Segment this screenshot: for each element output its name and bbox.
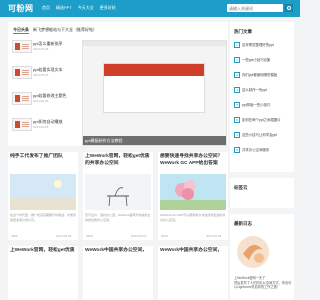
card-date: 2024-06-18 [56, 234, 72, 238]
list-item-date: 2024-06-18 [33, 99, 49, 103]
nav-link-daily[interactable]: 今天大全 [78, 5, 94, 11]
article-card[interactable]: 想要快速寻找共享办公空间？WeWork GC APP给出答案 WeWork GC… [158, 152, 228, 240]
article-card[interactable]: WeWork中国共享办公空间， [83, 246, 153, 300]
card-views: 4389 [11, 234, 18, 238]
list-thumb[interactable] [12, 92, 32, 105]
article-card[interactable]: WeWork中国共享办公空间， [158, 246, 228, 300]
tab-headlines[interactable]: 今日头条 [13, 27, 29, 34]
nav-links: 首页 精选PPT 今天大全 更多好帖 [42, 5, 116, 11]
site-logo[interactable]: 可粉网 [8, 3, 34, 14]
sidebar-latest-title: 最新日志 [234, 221, 252, 226]
card-desc: 足不出户，选好办公室。WeWork官网为你提供全球的优质办公空间。 [85, 213, 151, 222]
slide-header [104, 64, 204, 76]
sidebar-item-label[interactable]: 如何在两个ppt之间插图片 [242, 118, 281, 122]
latest-line-2[interactable]: 然后发布了人们的办公空间方式，你也可以Lightroom开启你的工作之旅！ [234, 281, 292, 290]
sidebar-item[interactable]: 1 这年帮您整理好的ppt [234, 42, 274, 48]
sidebar-item-label[interactable]: 这么制作一份ppt [242, 88, 267, 92]
featured-image[interactable]: ppt模板制作方法教程 [82, 40, 227, 146]
nav-link-home[interactable]: 首页 [42, 5, 50, 11]
top-nav: 可粉网 首页 精选PPT 今天大全 更多好帖 [0, 0, 300, 17]
card-desc: WeWork GC APP可以帮助用户快速找到合适的共享办公空间。 [160, 213, 226, 222]
card-title[interactable]: WeWork中国共享办公空间， [85, 248, 151, 255]
card-date: 2024-06-18 [131, 234, 147, 238]
article-card[interactable]: 上WeWork官网，轻松get优质的共享办公空间 足不出户，选好办公室。WeWo… [83, 152, 153, 240]
list-item-date: 2024-06-18 [33, 47, 49, 51]
sidebar-item-label[interactable]: 你们ppt都使用哪些模板 [242, 73, 277, 77]
featured-toolbar [83, 41, 226, 46]
rank-badge: 7 [234, 132, 240, 138]
list-item-date: 2024-06-18 [33, 125, 49, 129]
list-thumb[interactable] [12, 40, 32, 53]
rank-badge: 3 [234, 72, 240, 78]
card-views: 6908 [161, 234, 168, 238]
card-image[interactable] [160, 174, 226, 210]
sidebar-item-label[interactable]: 一些ppt小技巧合集 [242, 58, 270, 62]
list-thumb[interactable] [12, 66, 32, 79]
sidebar-item[interactable]: 4 这么制作一份ppt [234, 87, 267, 93]
sidebar-item[interactable]: 5 ppt排版一些小技巧 [234, 102, 270, 108]
watermark-logo [237, 236, 269, 268]
sidebar-item[interactable]: 8 共享办公空间服务 [234, 147, 269, 153]
list-item-date: 2024-06-18 [33, 73, 49, 77]
card-title[interactable]: WeWork中国共享办公空间， [160, 248, 226, 255]
sidebar-tags-title: 标签云 [234, 185, 248, 190]
rank-badge: 4 [234, 87, 240, 93]
search-input[interactable] [227, 4, 283, 12]
card-title[interactable]: 想要快速寻找共享办公空间？WeWork GC APP给出答案 [160, 154, 226, 167]
sidebar-item-label[interactable]: ppt排版一些小技巧 [242, 103, 270, 107]
card-title[interactable]: 上WeWork官网，轻松get优质 [10, 248, 76, 255]
sidebar-item[interactable]: 3 你们ppt都使用哪些模板 [234, 72, 277, 78]
featured-caption[interactable]: ppt模板制作方法教程 [85, 138, 123, 144]
rank-badge: 5 [234, 102, 240, 108]
sidebar-item[interactable]: 2 一些ppt小技巧合集 [234, 57, 270, 63]
rank-badge: 1 [234, 42, 240, 48]
sidebar-item-label[interactable]: 共享办公空间服务 [242, 148, 269, 152]
card-title[interactable]: 上WeWork官网，轻松get优质的共享办公空间 [85, 154, 151, 167]
card-views: 6909 [86, 234, 93, 238]
sidebar-tags [230, 178, 294, 208]
sidebar-item[interactable]: 7 这些小技巧让你学会ppt [234, 132, 277, 138]
rank-badge: 8 [234, 147, 240, 153]
section-tabs: 今日头条 新飞梦想能站与下大全（推荐好帖） [13, 27, 97, 34]
featured-caption-bar: ppt模板制作方法教程 [83, 136, 226, 145]
list-thumb[interactable] [12, 118, 32, 131]
rank-badge: 2 [234, 57, 240, 63]
article-card[interactable]: 上WeWork官网，轻松get优质 [8, 246, 78, 300]
sidebar-item[interactable]: 6 如何在两个ppt之间插图片 [234, 117, 281, 123]
card-date: 2024-06-18 [206, 234, 222, 238]
article-card[interactable]: 纯手工代发布了推广团队 在这个时代里，推广和运营需要与时俱进，才能获得更多用户的… [8, 152, 78, 240]
rank-badge: 6 [234, 117, 240, 123]
card-image[interactable] [85, 174, 151, 210]
sidebar-item-label[interactable]: 这些小技巧让你学会ppt [242, 133, 277, 137]
search-button[interactable] [284, 4, 293, 12]
card-title[interactable]: 纯手工代发布了推广团队 [10, 154, 76, 161]
sidebar-latest-text[interactable]: 上WeWork官网一天了 然后发布了人们的办公空间方式，你也可以Lightroo… [234, 276, 292, 290]
sidebar-hot-title: 热门文章 [234, 29, 252, 34]
tab-recommended[interactable]: 新飞梦想能站与下大全（推荐好帖） [33, 27, 97, 34]
featured-slide [103, 63, 205, 113]
card-desc: 在这个时代里，推广和运营需要与时俱进，才能获得更多用户的认可。 [10, 213, 77, 222]
sidebar-item-label[interactable]: 这年帮您整理好的ppt [242, 43, 274, 47]
nav-link-ppt[interactable]: 精选PPT [56, 5, 72, 11]
nav-link-more[interactable]: 更多好帖 [100, 5, 116, 11]
card-image[interactable] [10, 174, 76, 210]
